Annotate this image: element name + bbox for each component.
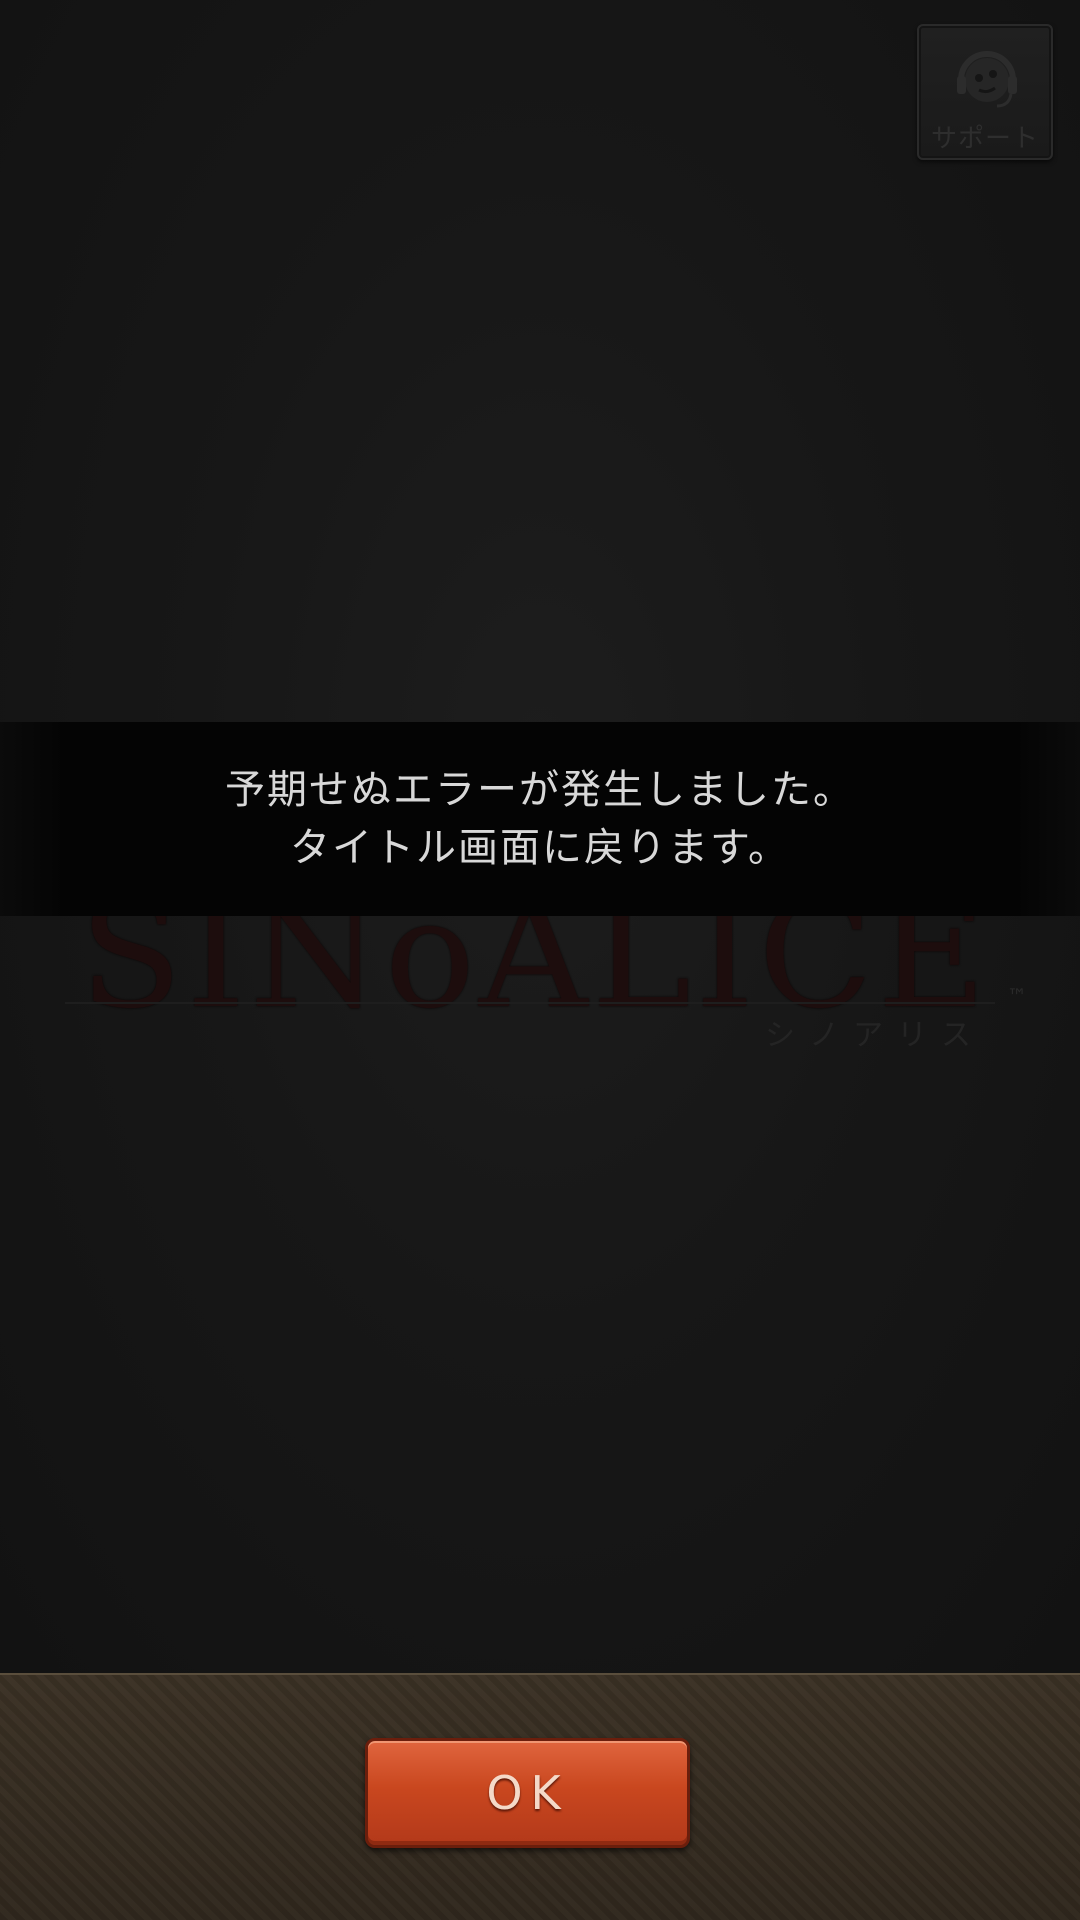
support-button[interactable]: サポート — [917, 24, 1053, 160]
logo-kana: シノアリス — [765, 1018, 985, 1053]
error-message-line-1: 予期せぬエラーが発生しました。 — [225, 767, 855, 813]
logo-underline — [65, 1002, 995, 1004]
error-message-banner: 予期せぬエラーが発生しました。 タイトル画面に戻ります。 — [0, 722, 1080, 916]
title-screen-background: サポート SINoALICE ™ シノアリス 予期せぬエラーが発生しました。 タ… — [0, 0, 1080, 1673]
headset-face-icon — [957, 51, 1017, 108]
error-message-line-2: タイトル画面に戻ります。 — [290, 825, 790, 871]
ok-button[interactable]: OK — [365, 1738, 690, 1848]
ok-button-label: OK — [486, 1766, 569, 1820]
logo-trademark: ™ — [1007, 984, 1027, 1008]
support-label: サポート — [930, 124, 1039, 154]
